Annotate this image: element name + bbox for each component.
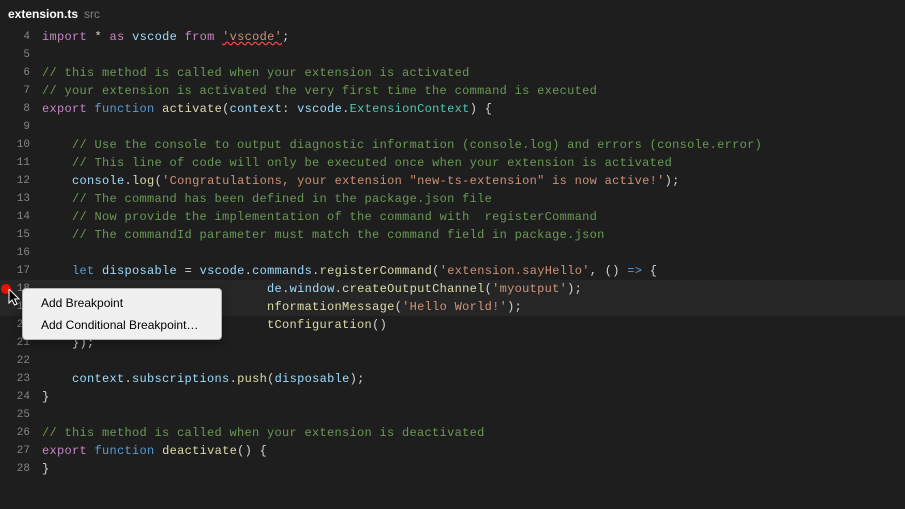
- code-content[interactable]: // your extension is activated the very …: [42, 82, 597, 100]
- code-content[interactable]: // this method is called when your exten…: [42, 424, 485, 442]
- code-line[interactable]: 5: [0, 46, 905, 64]
- code-line[interactable]: 15 // The commandId parameter must match…: [0, 226, 905, 244]
- line-number[interactable]: 28: [0, 460, 42, 478]
- code-line[interactable]: 24}: [0, 388, 905, 406]
- code-content[interactable]: // this method is called when your exten…: [42, 64, 470, 82]
- code-content[interactable]: }: [42, 460, 50, 478]
- code-line[interactable]: 4import * as vscode from 'vscode';: [0, 28, 905, 46]
- code-line[interactable]: 25: [0, 406, 905, 424]
- code-content[interactable]: import * as vscode from 'vscode';: [42, 28, 290, 46]
- line-number[interactable]: 14: [0, 208, 42, 226]
- code-content[interactable]: console.log('Congratulations, your exten…: [42, 172, 680, 190]
- code-content[interactable]: // The commandId parameter must match th…: [42, 226, 605, 244]
- code-line[interactable]: 23 context.subscriptions.push(disposable…: [0, 370, 905, 388]
- code-line[interactable]: 12 console.log('Congratulations, your ex…: [0, 172, 905, 190]
- line-number[interactable]: 15: [0, 226, 42, 244]
- code-line[interactable]: 8export function activate(context: vscod…: [0, 100, 905, 118]
- line-number[interactable]: 23: [0, 370, 42, 388]
- gutter-context-menu: Add Breakpoint Add Conditional Breakpoin…: [22, 288, 222, 340]
- code-content[interactable]: // Use the console to output diagnostic …: [42, 136, 762, 154]
- line-number[interactable]: 17: [0, 262, 42, 280]
- line-number[interactable]: 11: [0, 154, 42, 172]
- line-number[interactable]: 10: [0, 136, 42, 154]
- code-line[interactable]: 13 // The command has been defined in th…: [0, 190, 905, 208]
- line-number[interactable]: 8: [0, 100, 42, 118]
- line-number[interactable]: 5: [0, 46, 42, 64]
- code-line[interactable]: 17 let disposable = vscode.commands.regi…: [0, 262, 905, 280]
- line-number[interactable]: 9: [0, 118, 42, 136]
- line-number[interactable]: 13: [0, 190, 42, 208]
- code-line[interactable]: 7// your extension is activated the very…: [0, 82, 905, 100]
- cursor-icon: [8, 289, 22, 307]
- code-line[interactable]: 26// this method is called when your ext…: [0, 424, 905, 442]
- code-content[interactable]: // Now provide the implementation of the…: [42, 208, 597, 226]
- line-number[interactable]: 16: [0, 244, 42, 262]
- tab-folder: src: [84, 7, 100, 21]
- line-number[interactable]: 25: [0, 406, 42, 424]
- menu-item-add-conditional-breakpoint[interactable]: Add Conditional Breakpoint…: [23, 314, 221, 336]
- line-number[interactable]: 22: [0, 352, 42, 370]
- code-content[interactable]: export function deactivate() {: [42, 442, 267, 460]
- code-line[interactable]: 16: [0, 244, 905, 262]
- code-line[interactable]: 22: [0, 352, 905, 370]
- code-line[interactable]: 9: [0, 118, 905, 136]
- code-editor[interactable]: 4import * as vscode from 'vscode';56// t…: [0, 28, 905, 478]
- code-line[interactable]: 27export function deactivate() {: [0, 442, 905, 460]
- code-content[interactable]: }: [42, 388, 50, 406]
- line-number[interactable]: 12: [0, 172, 42, 190]
- tab-filename[interactable]: extension.ts: [8, 7, 84, 21]
- tab-bar: extension.ts src: [0, 0, 905, 28]
- line-number[interactable]: 7: [0, 82, 42, 100]
- code-line[interactable]: 14 // Now provide the implementation of …: [0, 208, 905, 226]
- code-line[interactable]: 10 // Use the console to output diagnost…: [0, 136, 905, 154]
- line-number[interactable]: 6: [0, 64, 42, 82]
- code-line[interactable]: 6// this method is called when your exte…: [0, 64, 905, 82]
- code-content[interactable]: export function activate(context: vscode…: [42, 100, 492, 118]
- code-content[interactable]: let disposable = vscode.commands.registe…: [42, 262, 657, 280]
- line-number[interactable]: 24: [0, 388, 42, 406]
- menu-item-add-breakpoint[interactable]: Add Breakpoint: [23, 292, 221, 314]
- code-content[interactable]: // The command has been defined in the p…: [42, 190, 492, 208]
- line-number[interactable]: 4: [0, 28, 42, 46]
- code-content[interactable]: // This line of code will only be execut…: [42, 154, 672, 172]
- line-number[interactable]: 26: [0, 424, 42, 442]
- code-content[interactable]: context.subscriptions.push(disposable);: [42, 370, 365, 388]
- code-line[interactable]: 11 // This line of code will only be exe…: [0, 154, 905, 172]
- code-line[interactable]: 28}: [0, 460, 905, 478]
- line-number[interactable]: 27: [0, 442, 42, 460]
